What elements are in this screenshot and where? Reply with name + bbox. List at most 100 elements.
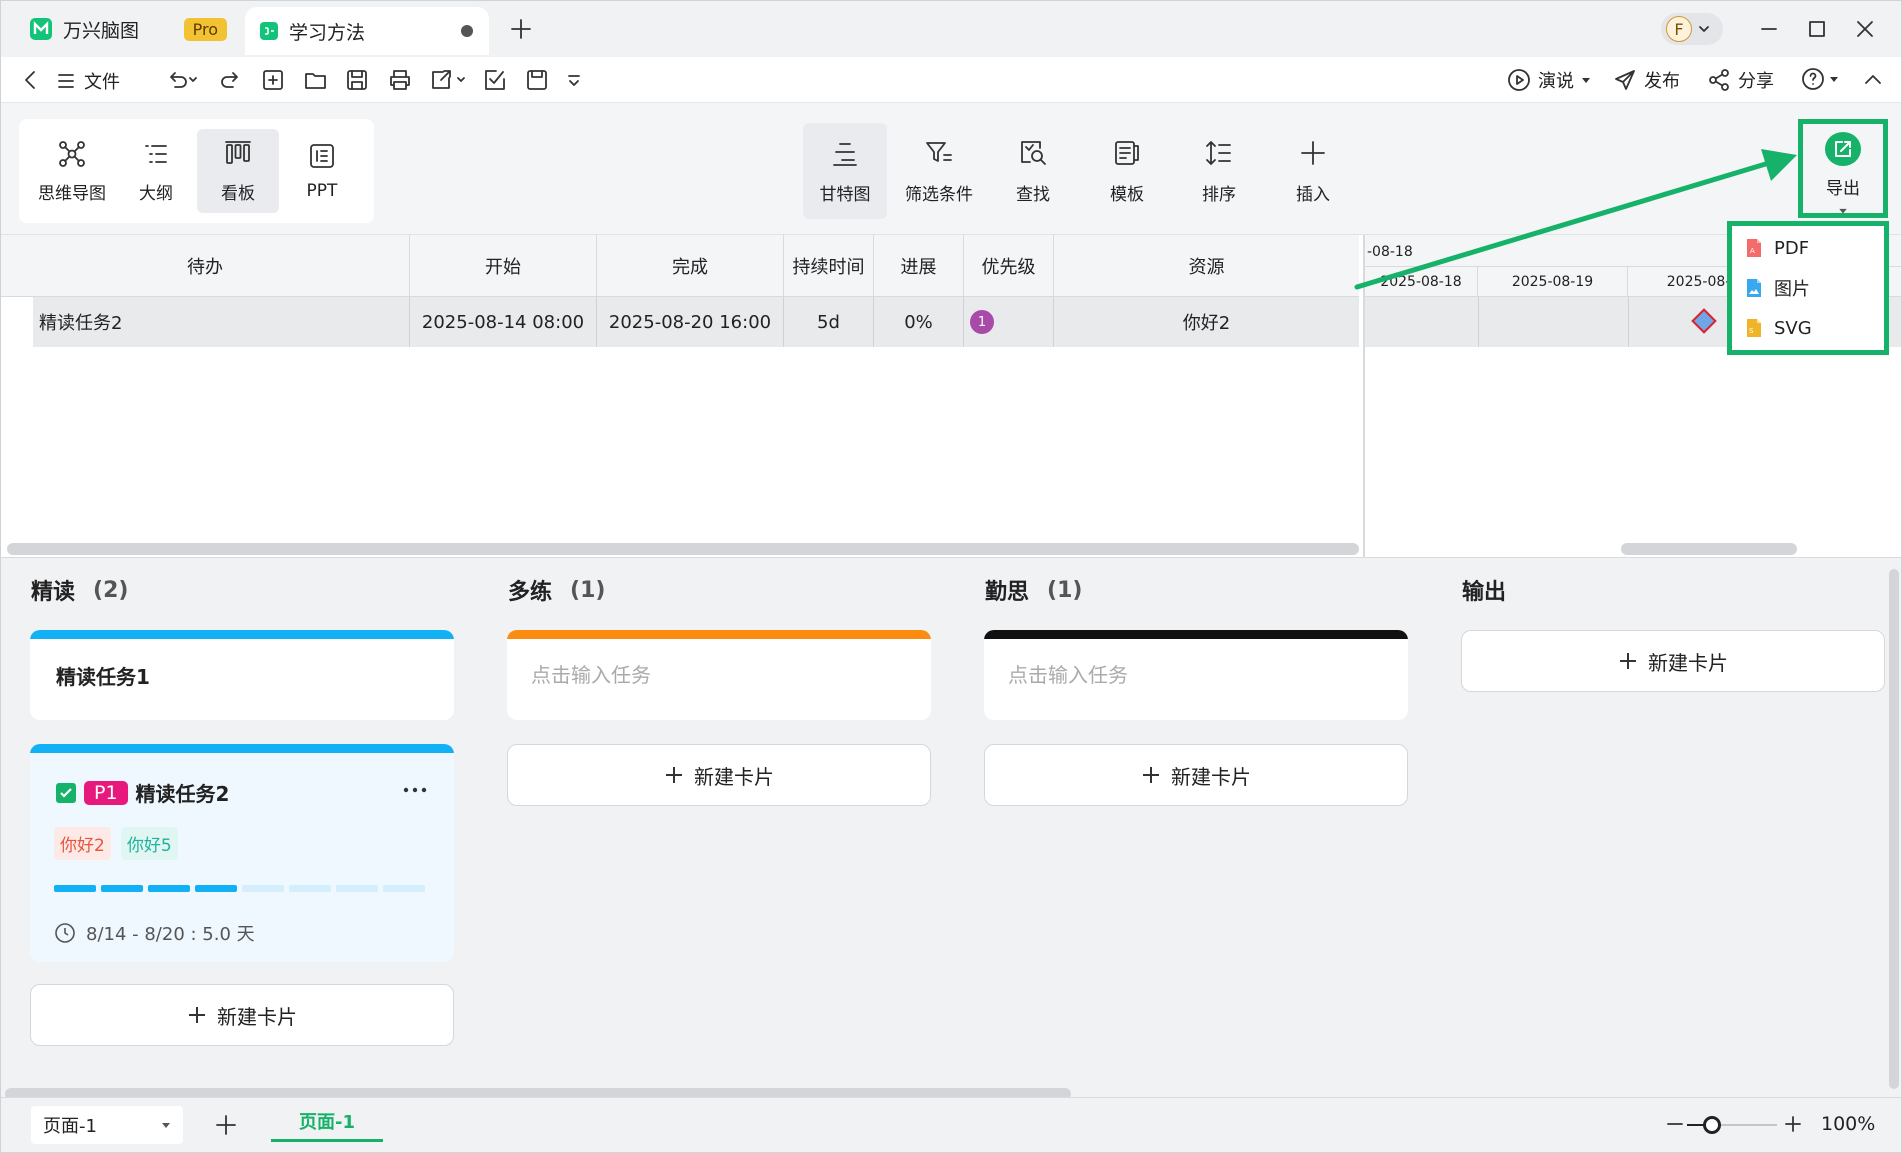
open-folder-icon[interactable] xyxy=(303,68,329,92)
new-card-button[interactable]: 新建卡片 xyxy=(984,744,1408,806)
outline-icon xyxy=(145,144,167,163)
app-tab[interactable]: 万兴脑图 Pro xyxy=(13,7,243,51)
card-progress-bar xyxy=(54,885,425,892)
save-as-icon[interactable] xyxy=(525,68,549,92)
view-outline-button[interactable]: 大纲 xyxy=(115,129,197,213)
card-title: 精读任务1 xyxy=(56,665,150,689)
card-checkbox[interactable] xyxy=(56,782,76,803)
kanban-card-input[interactable]: 点击输入任务 xyxy=(984,630,1408,720)
cell-end[interactable]: 2025-08-20 16:00 xyxy=(597,297,784,347)
export-button[interactable]: 导出 xyxy=(1803,124,1883,214)
col-header-todo[interactable]: 待办 xyxy=(1,235,410,297)
more-dropdown-icon[interactable] xyxy=(565,68,583,92)
gantt-table-scrollbar[interactable] xyxy=(7,543,1359,555)
resource-tag: 你好5 xyxy=(120,827,178,860)
template-button[interactable]: 模板 xyxy=(1085,123,1169,219)
milestone-diamond-icon[interactable] xyxy=(1691,308,1717,334)
annotation-arrow xyxy=(1354,149,1797,290)
back-icon[interactable] xyxy=(19,68,43,92)
page-select[interactable]: 页面-1 xyxy=(31,1106,183,1144)
cell-resource[interactable]: 你好2 xyxy=(1054,297,1359,347)
col-header-priority[interactable]: 优先级 xyxy=(964,235,1054,297)
cell-duration[interactable]: 5d xyxy=(784,297,874,347)
col-header-end[interactable]: 完成 xyxy=(597,235,784,297)
maximize-button[interactable] xyxy=(1803,15,1831,43)
undo-icon[interactable] xyxy=(163,68,197,92)
cell-task[interactable]: 精读任务2 xyxy=(33,297,410,347)
export-svg-item[interactable]: S SVG xyxy=(1746,308,1812,348)
view-ppt-button[interactable]: PPT xyxy=(281,129,363,213)
table-row[interactable]: 精读任务2 2025-08-14 08:00 2025-08-20 16:00 … xyxy=(33,297,1359,347)
share-button[interactable]: 分享 xyxy=(1707,67,1774,93)
gantt-button[interactable]: 甘特图 xyxy=(803,123,887,219)
kanban-card-input[interactable]: 点击输入任务 xyxy=(507,630,931,720)
plus-icon xyxy=(189,1007,205,1023)
column-title: 精读 xyxy=(31,580,76,605)
publish-button[interactable]: 发布 xyxy=(1613,67,1680,93)
progress-segment xyxy=(54,885,96,892)
close-button[interactable] xyxy=(1851,15,1879,43)
avatar[interactable]: F xyxy=(1661,13,1723,45)
new-card-button[interactable]: 新建卡片 xyxy=(507,744,931,806)
col-header-duration[interactable]: 持续时间 xyxy=(784,235,874,297)
main-toolbar: 文件 演说 发布 分享 xyxy=(1,57,1901,103)
page-tab[interactable]: 页面-1 xyxy=(271,1102,383,1142)
cell-progress[interactable]: 0% xyxy=(874,297,964,347)
plus-icon xyxy=(1301,140,1325,165)
publish-label: 发布 xyxy=(1644,71,1680,92)
insert-button[interactable]: 插入 xyxy=(1271,123,1355,219)
zoom-out-icon[interactable] xyxy=(1665,1114,1685,1134)
template-label: 模板 xyxy=(1110,184,1144,205)
more-options-icon[interactable] xyxy=(400,780,430,800)
progress-segment xyxy=(101,885,143,892)
view-outline-label: 大纲 xyxy=(139,183,173,204)
col-header-progress[interactable]: 进展 xyxy=(874,235,964,297)
zoom-in-icon[interactable] xyxy=(1783,1114,1803,1134)
unsaved-dot-icon[interactable] xyxy=(461,25,473,37)
present-button[interactable]: 演说 xyxy=(1507,67,1591,93)
kanban-vertical-scrollbar[interactable] xyxy=(1889,569,1899,1089)
cell-start[interactable]: 2025-08-14 08:00 xyxy=(410,297,597,347)
view-kanban-button[interactable]: 看板 xyxy=(197,129,279,213)
play-icon xyxy=(1508,69,1530,91)
zoom-slider-handle[interactable] xyxy=(1703,1116,1721,1134)
caret-down-icon xyxy=(1830,77,1838,82)
kanban-card[interactable]: 精读任务1 xyxy=(30,630,454,720)
export-dropdown-icon[interactable] xyxy=(429,68,469,92)
column-title: 输出 xyxy=(1462,580,1507,605)
save-icon[interactable] xyxy=(345,68,369,92)
column-title: 勤思 xyxy=(985,580,1030,605)
card-color-bar xyxy=(507,630,931,639)
new-file-icon[interactable] xyxy=(261,68,285,92)
kanban-board: 精读 (2) 精读任务1 P1 精读任务2 你好2 你好5 8/14 - 8/2… xyxy=(1,557,1901,1097)
present-label: 演说 xyxy=(1538,71,1574,92)
find-button[interactable]: 查找 xyxy=(991,123,1075,219)
add-page-icon[interactable] xyxy=(213,1112,239,1138)
redo-icon[interactable] xyxy=(219,68,243,92)
collapse-ribbon-icon[interactable] xyxy=(1861,68,1885,92)
new-card-label: 新建卡片 xyxy=(217,1004,297,1029)
view-mindmap-button[interactable]: 思维导图 xyxy=(31,129,113,213)
timeline-scrollbar[interactable] xyxy=(1621,543,1797,555)
kanban-card-selected[interactable]: P1 精读任务2 你好2 你好5 8/14 - 8/20 : 5.0 天 xyxy=(30,744,454,962)
new-card-button[interactable]: 新建卡片 xyxy=(30,984,454,1046)
filter-button[interactable]: 筛选条件 xyxy=(897,123,981,219)
sort-button[interactable]: 排序 xyxy=(1177,123,1261,219)
card-placeholder: 点击输入任务 xyxy=(1008,663,1128,687)
new-card-button[interactable]: 新建卡片 xyxy=(1461,630,1885,692)
caret-down-icon xyxy=(162,1123,170,1128)
help-button[interactable] xyxy=(1801,67,1839,91)
new-tab-plus-icon[interactable] xyxy=(507,15,535,43)
file-menu-button[interactable]: 文件 xyxy=(55,68,120,94)
col-header-resource[interactable]: 资源 xyxy=(1054,235,1359,297)
col-header-start[interactable]: 开始 xyxy=(410,235,597,297)
cell-priority[interactable]: 1 xyxy=(964,297,1054,347)
progress-segment xyxy=(148,885,190,892)
print-icon[interactable] xyxy=(387,68,413,92)
document-tab[interactable]: 学习方法 xyxy=(245,7,489,55)
minimize-button[interactable] xyxy=(1755,15,1783,43)
checklist-icon[interactable] xyxy=(483,68,507,92)
chevron-down-icon xyxy=(1699,26,1709,32)
progress-segment xyxy=(242,885,284,892)
card-color-bar xyxy=(984,630,1408,639)
